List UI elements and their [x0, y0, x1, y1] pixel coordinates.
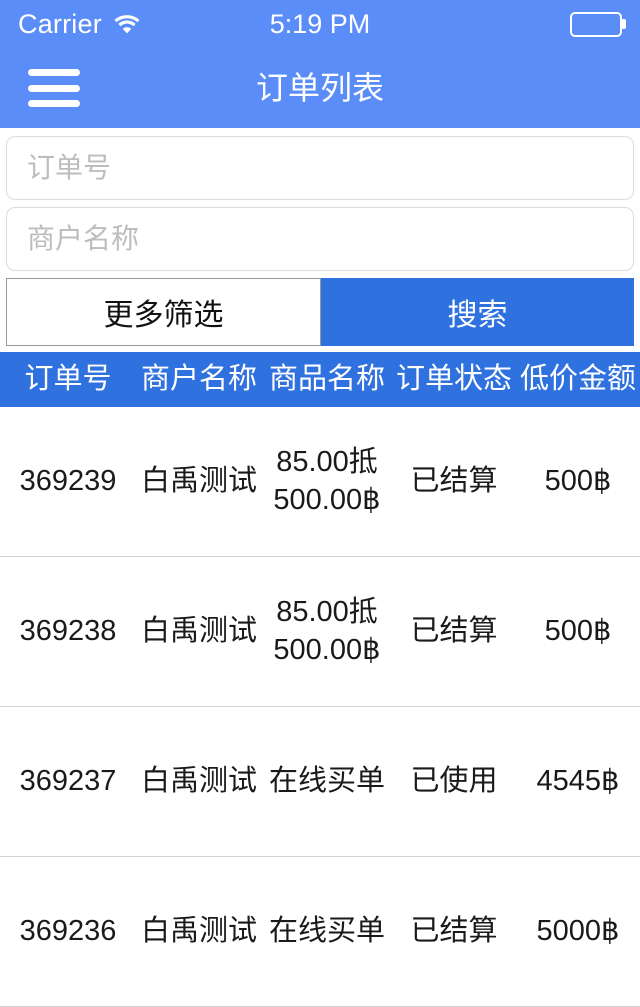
hamburger-menu-icon[interactable] — [28, 69, 80, 107]
cell-amount: 500฿ — [544, 614, 612, 647]
cell-order-no: 369239 — [19, 464, 117, 497]
cell-status: 已结算 — [410, 464, 498, 497]
cell-order-no: 369236 — [19, 914, 117, 947]
cell-order-no: 369238 — [19, 614, 117, 647]
column-header-amount: 低价金额 — [519, 363, 636, 395]
battery-icon — [570, 11, 622, 37]
table-header-row: 订单号 商户名称 商品名称 订单状态 低价金额 — [0, 352, 640, 407]
column-header-status: 订单状态 — [395, 363, 512, 395]
search-button[interactable]: 搜索 — [321, 278, 634, 346]
search-button-row: 更多筛选 搜索 — [6, 278, 634, 346]
app-screen: Carrier 5:19 PM 订单列表 订单号 商户名称 更多筛选 搜索 订单… — [0, 0, 640, 1007]
column-header-merchant: 商户名称 — [140, 363, 257, 395]
more-filter-button[interactable]: 更多筛选 — [6, 278, 321, 346]
cell-amount: 5000฿ — [536, 914, 620, 947]
cell-goods: 85.00抵500.00฿ — [273, 595, 381, 666]
status-bar: Carrier 5:19 PM — [0, 0, 640, 48]
column-header-goods: 商品名称 — [268, 363, 385, 395]
cell-merchant: 白禹测试 — [140, 464, 257, 497]
cell-merchant: 白禹测试 — [140, 764, 257, 797]
wifi-icon — [112, 12, 142, 36]
cell-status: 已结算 — [410, 614, 498, 647]
column-header-order-no: 订单号 — [24, 363, 112, 395]
cell-amount: 4545฿ — [536, 764, 620, 797]
page-title: 订单列表 — [255, 70, 384, 106]
search-panel: 更多筛选 搜索 — [0, 128, 640, 346]
table-row[interactable]: 369239 白禹测试 85.00抵500.00฿ 已结算 500฿ — [0, 407, 640, 557]
cell-merchant: 白禹测试 — [140, 614, 257, 647]
cell-amount: 500฿ — [544, 464, 612, 497]
hamburger-bar-3 — [28, 100, 80, 107]
merchant-name-input[interactable] — [6, 207, 634, 271]
cell-merchant: 白禹测试 — [140, 914, 257, 947]
table-row[interactable]: 369237 白禹测试 在线买单 已使用 4545฿ — [0, 707, 640, 857]
cell-status: 已结算 — [410, 914, 498, 947]
cell-order-no: 369237 — [19, 764, 117, 797]
hamburger-bar-2 — [28, 84, 80, 92]
carrier-label: Carrier — [18, 8, 102, 39]
status-bar-left: Carrier — [18, 8, 142, 39]
navigation-bar: 订单列表 — [0, 48, 640, 128]
cell-goods: 85.00抵500.00฿ — [273, 445, 381, 516]
cell-status: 已使用 — [410, 764, 498, 797]
hamburger-bar-1 — [28, 69, 80, 76]
table-row[interactable]: 369236 白禹测试 在线买单 已结算 5000฿ — [0, 857, 640, 1007]
order-table: 订单号 商户名称 商品名称 订单状态 低价金额 369239 白禹测试 85.0… — [0, 352, 640, 1007]
order-no-input[interactable] — [6, 136, 634, 200]
cell-goods: 在线买单 — [268, 764, 385, 797]
cell-goods: 在线买单 — [268, 914, 385, 947]
table-row[interactable]: 369238 白禹测试 85.00抵500.00฿ 已结算 500฿ — [0, 557, 640, 707]
status-bar-right — [570, 11, 622, 37]
